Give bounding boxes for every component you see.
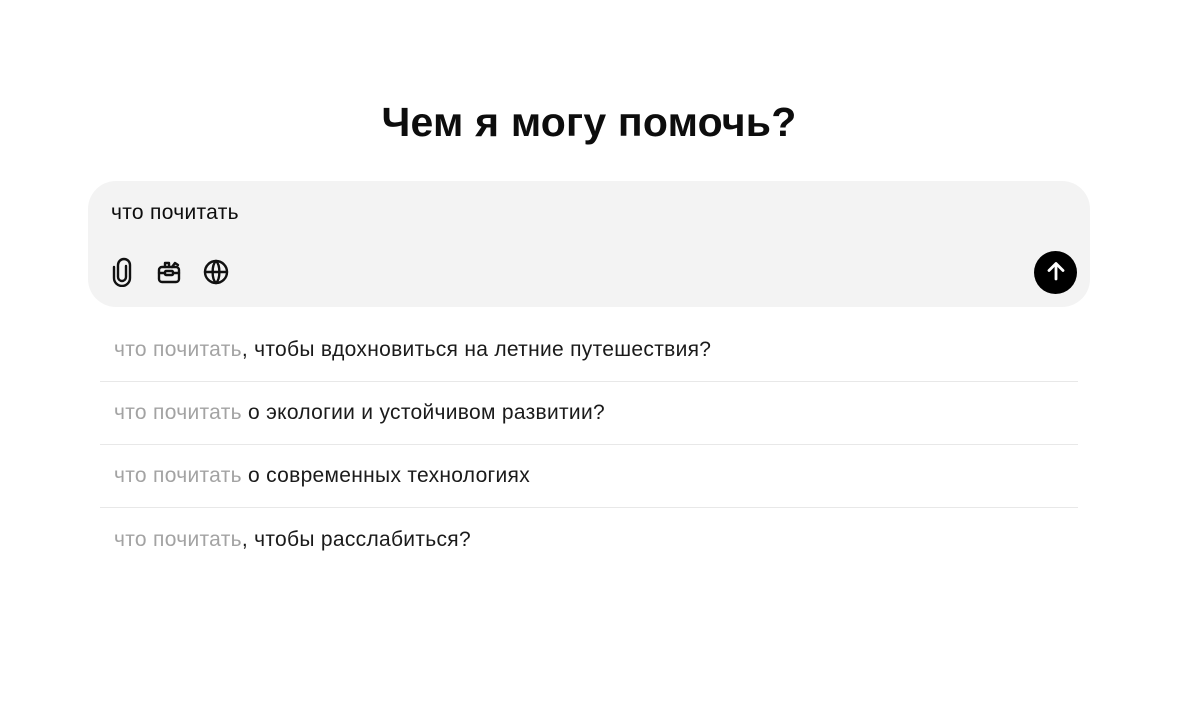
suggestion-prefix: что почитать [114, 401, 242, 424]
attach-button[interactable] [105, 255, 139, 289]
prompt-input[interactable] [111, 197, 1011, 229]
arrow-up-icon [1045, 260, 1067, 285]
suggestion-item[interactable]: что почитать, чтобы расслабиться? [100, 508, 1078, 571]
tools-button[interactable] [152, 255, 186, 289]
toolkit-icon [155, 258, 183, 286]
suggestion-list: что почитать, чтобы вдохновиться на летн… [100, 319, 1078, 571]
globe-icon [202, 258, 230, 286]
suggestion-completion: , чтобы вдохновиться на летние путешеств… [241, 338, 712, 361]
suggestion-prefix: что почитать [114, 338, 242, 361]
suggestion-item[interactable]: что почитать о современных технологиях [100, 445, 1078, 508]
suggestion-completion: о современных технологиях [241, 464, 531, 487]
paperclip-icon [109, 257, 135, 287]
suggestion-item[interactable]: что почитать о экологии и устойчивом раз… [100, 382, 1078, 445]
suggestion-item[interactable]: что почитать, чтобы вдохновиться на летн… [100, 319, 1078, 382]
prompt-composer [88, 181, 1090, 307]
suggestion-prefix: что почитать [114, 464, 242, 487]
suggestion-completion: о экологии и устойчивом развитии? [241, 401, 605, 424]
search-web-button[interactable] [199, 255, 233, 289]
page-title: Чем я могу помочь? [381, 99, 797, 145]
send-button[interactable] [1034, 251, 1077, 294]
suggestion-completion: , чтобы расслабиться? [241, 527, 471, 551]
suggestion-prefix: что почитать [114, 527, 242, 551]
